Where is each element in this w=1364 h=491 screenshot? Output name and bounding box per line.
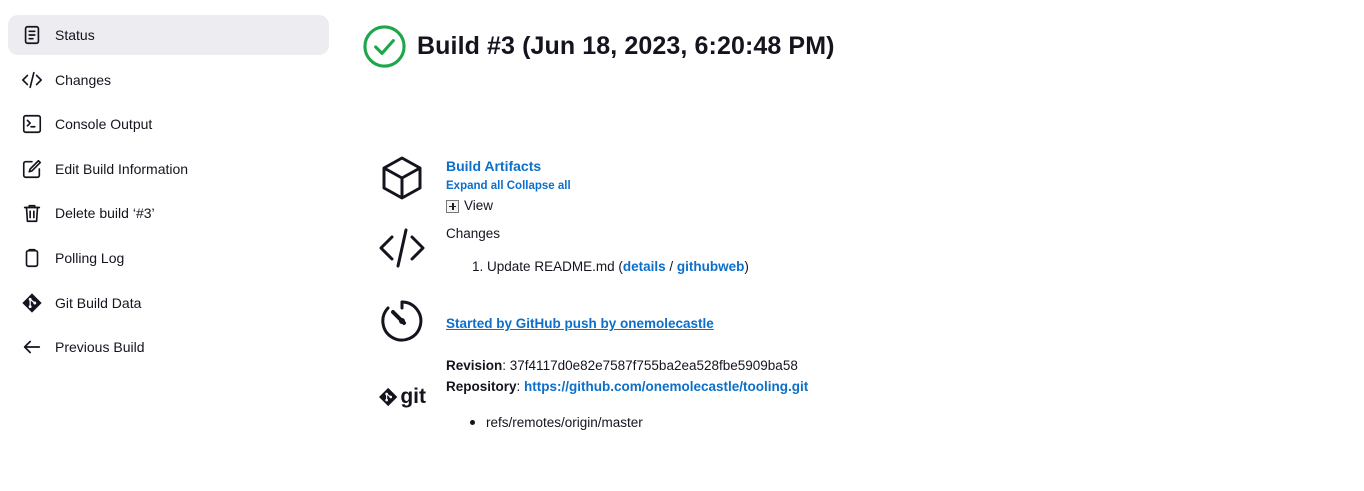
revision-row: Revision: 37f4117d0e82e7587f755ba2ea528f… bbox=[446, 355, 808, 376]
collapse-all-link[interactable]: Collapse all bbox=[507, 180, 571, 192]
repository-row: Repository: https://github.com/onemoleca… bbox=[446, 376, 808, 397]
expand-plus-icon[interactable] bbox=[446, 199, 459, 213]
revision-label: Revision bbox=[446, 358, 503, 373]
repository-separator: : bbox=[516, 379, 525, 394]
sidebar-item-label: Edit Build Information bbox=[55, 160, 189, 177]
branch-label: refs/remotes/origin/master bbox=[486, 415, 643, 430]
expand-all-link[interactable]: Expand all bbox=[446, 180, 504, 192]
git-section: git Revision: 37f4117d0e82e7587f755ba2ea… bbox=[378, 354, 808, 430]
sidebar-item-label: Console Output bbox=[55, 116, 153, 133]
terminal-icon bbox=[20, 112, 44, 136]
githubweb-link[interactable]: githubweb bbox=[677, 259, 745, 274]
sidebar-item-polling-log[interactable]: Polling Log bbox=[8, 238, 329, 278]
change-number: 1. bbox=[472, 259, 484, 274]
sidebar-item-edit-build-information[interactable]: Edit Build Information bbox=[8, 149, 329, 189]
clipboard-icon bbox=[20, 246, 44, 270]
sidebar-item-console-output[interactable]: Console Output bbox=[8, 104, 329, 144]
changes-section: Changes 1. Update README.md (details / g… bbox=[378, 224, 749, 274]
sidebar-item-label: Status bbox=[55, 27, 95, 43]
git-logo: git bbox=[378, 354, 426, 430]
sidebar-item-label: Git Build Data bbox=[55, 294, 142, 311]
sidebar: Status Changes Console Output Edit Build… bbox=[8, 15, 329, 372]
sidebar-item-label: Polling Log bbox=[55, 249, 125, 266]
code-icon bbox=[20, 68, 44, 92]
trigger-section: Started by GitHub push by onemolecastle bbox=[378, 297, 714, 345]
revision-value: : 37f4117d0e82e7587f755ba2ea528fbe5909ba… bbox=[502, 358, 798, 373]
started-by-link[interactable]: Started by GitHub push by onemolecastle bbox=[446, 316, 714, 331]
repository-label: Repository bbox=[446, 379, 517, 394]
change-close: ) bbox=[744, 259, 749, 274]
list-item: 1. Update README.md (details / githubweb… bbox=[472, 259, 749, 274]
bullet-dot bbox=[470, 420, 475, 425]
page-title: Build #3 (Jun 18, 2023, 6:20:48 PM) bbox=[417, 32, 835, 60]
expand-collapse-links: Expand all Collapse all bbox=[446, 179, 571, 193]
sidebar-item-previous-build[interactable]: Previous Build bbox=[8, 327, 329, 367]
build-artifacts-link[interactable]: Build Artifacts bbox=[446, 157, 571, 175]
sidebar-item-git-build-data[interactable]: Git Build Data bbox=[8, 283, 329, 323]
sidebar-item-changes[interactable]: Changes bbox=[8, 60, 329, 100]
view-toggle[interactable]: View bbox=[446, 198, 571, 214]
change-text: Update README.md ( bbox=[487, 259, 623, 274]
document-icon bbox=[20, 23, 44, 47]
git-icon bbox=[20, 291, 44, 315]
page-header: Build #3 (Jun 18, 2023, 6:20:48 PM) bbox=[362, 24, 835, 69]
check-circle-icon bbox=[362, 24, 407, 69]
trash-icon bbox=[20, 201, 44, 225]
change-separator: / bbox=[665, 259, 677, 274]
changes-heading: Changes bbox=[446, 226, 501, 241]
artifacts-section: Build Artifacts Expand all Collapse all … bbox=[378, 154, 571, 214]
sidebar-item-status[interactable]: Status bbox=[8, 15, 329, 55]
edit-icon bbox=[20, 157, 44, 181]
repository-link[interactable]: https://github.com/onemolecastle/tooling… bbox=[524, 379, 808, 394]
details-link[interactable]: details bbox=[623, 259, 666, 274]
view-label: View bbox=[464, 198, 494, 213]
code-icon bbox=[378, 224, 426, 272]
sidebar-item-label: Previous Build bbox=[55, 339, 145, 356]
sidebar-item-label: Delete build ‘#3’ bbox=[55, 205, 155, 222]
list-item: refs/remotes/origin/master bbox=[470, 415, 808, 430]
arrow-left-icon bbox=[20, 335, 44, 359]
git-logo-text: git bbox=[400, 385, 426, 408]
sidebar-item-label: Changes bbox=[55, 71, 112, 88]
timer-icon bbox=[378, 297, 426, 345]
package-icon bbox=[378, 154, 426, 202]
sidebar-item-delete-build[interactable]: Delete build ‘#3’ bbox=[8, 193, 329, 233]
git-diamond-icon bbox=[379, 387, 398, 407]
